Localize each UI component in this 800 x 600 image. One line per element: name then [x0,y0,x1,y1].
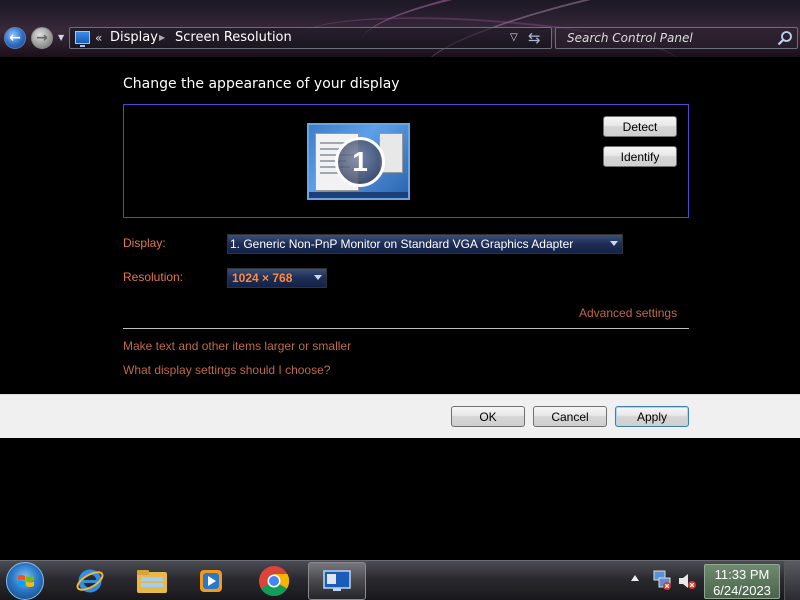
taskbar: 11:33 PM 6/24/2023 [0,560,800,600]
divider [123,328,689,329]
monitor-number-badge: 1 [335,137,385,187]
identify-button[interactable]: Identify [603,146,677,167]
advanced-settings-link[interactable]: Advanced settings [579,306,677,320]
monitor-icon [323,570,351,591]
search-input[interactable]: Search Control Panel [555,27,798,49]
page-title: Change the appearance of your display [123,76,400,92]
chrome-logo-icon [259,566,290,597]
display-label: Display: [123,236,166,250]
start-orb[interactable] [6,562,44,600]
windows-logo-icon [18,575,34,587]
display-settings-help-link[interactable]: What display settings should I choose? [123,363,330,377]
dialog-button-bar: OK Cancel Apply [0,394,800,438]
forward-button[interactable]: → [31,27,53,49]
internet-explorer-icon[interactable] [64,564,116,598]
show-hidden-icons-icon[interactable] [631,575,639,581]
back-arrow-icon: ← [9,30,21,46]
chevron-down-icon [610,241,618,246]
detect-button[interactable]: Detect [603,116,677,137]
chevron-down-icon [314,275,322,280]
monitor-1-thumbnail[interactable]: 1 [307,123,410,200]
forward-arrow-icon: → [36,30,48,46]
back-button[interactable]: ← [4,27,26,49]
ok-button[interactable]: OK [451,406,525,427]
folder-icon [137,570,167,593]
system-clock[interactable]: 11:33 PM 6/24/2023 [704,564,780,599]
windows-explorer-icon[interactable] [126,564,178,598]
address-dropdown-icon[interactable]: ▽ [510,32,518,43]
breadcrumb-overflow-icon[interactable]: « [95,31,102,45]
media-player-icon [200,570,222,592]
display-select-value: 1. Generic Non-PnP Monitor on Standard V… [230,237,574,251]
windows-media-player-icon[interactable] [185,564,237,598]
monitor-preview-taskbar [309,192,408,198]
show-desktop-button[interactable] [784,561,800,600]
apply-button[interactable]: Apply [615,406,689,427]
ie-logo-icon [76,569,104,593]
recent-pages-dropdown-icon[interactable]: ▼ [58,33,64,42]
cancel-button[interactable]: Cancel [533,406,607,427]
breadcrumb-separator-icon[interactable]: ▶ [159,33,165,42]
volume-muted-icon[interactable] [677,571,697,591]
search-icon[interactable] [777,30,793,46]
search-placeholder: Search Control Panel [567,31,693,45]
clock-date: 6/24/2023 [713,583,771,598]
address-toolbar: ← → ▼ « Display ▶ Screen Resolution ▽ ⇆ … [0,0,800,57]
display-select[interactable]: 1. Generic Non-PnP Monitor on Standard V… [227,234,623,254]
breadcrumb-screen-resolution[interactable]: Screen Resolution [175,30,292,45]
address-bar[interactable]: « Display ▶ Screen Resolution ▽ ⇆ [69,27,552,49]
display-settings-taskbar-button[interactable] [308,562,366,600]
resolution-label: Resolution: [123,270,184,284]
text-size-link[interactable]: Make text and other items larger or smal… [123,339,351,353]
control-panel-monitor-icon [75,31,90,47]
chrome-icon[interactable] [248,564,300,598]
clock-time: 11:33 PM [714,567,770,582]
refresh-icon[interactable]: ⇆ [528,29,541,47]
network-error-icon[interactable] [652,569,672,591]
resolution-select[interactable]: 1024 × 768 [227,268,327,288]
resolution-select-value: 1024 × 768 [232,271,293,285]
breadcrumb-display[interactable]: Display [110,30,158,45]
